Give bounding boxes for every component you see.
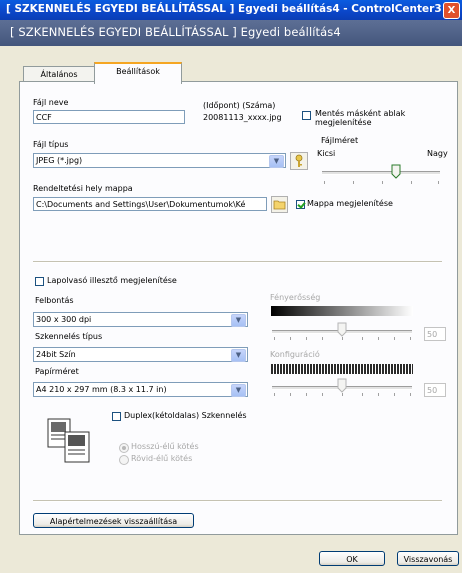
chevron-down-icon: ▼ xyxy=(231,349,246,362)
brightness-tick xyxy=(274,337,275,340)
chevron-down-icon: ▼ xyxy=(231,314,246,327)
file-size-tick xyxy=(353,181,354,184)
tab-beallitasok[interactable]: Beállítások xyxy=(94,62,182,84)
scan-type-label: Szkennelés típus xyxy=(35,332,103,341)
file-size-min: Kicsi xyxy=(317,149,336,158)
title-bar: [ SZKENNELÉS EGYEDI BEÁLLÍTÁSSAL ] Egyed… xyxy=(0,0,462,20)
file-name-label: Fájl neve xyxy=(33,98,69,107)
paper-size-value: A4 210 x 297 mm (8.3 x 11.7 in) xyxy=(36,385,167,394)
resolution-select[interactable]: 300 x 300 dpi ▼ xyxy=(33,312,248,327)
section-divider xyxy=(33,261,442,263)
contrast-tick xyxy=(378,393,379,396)
header-title: [ SZKENNELÉS EGYEDI BEÁLLÍTÁSSAL ] Egyed… xyxy=(10,25,341,39)
contrast-slider-thumb[interactable] xyxy=(337,378,347,393)
brightness-tick xyxy=(306,337,307,340)
file-type-label: Fájl típus xyxy=(33,140,69,149)
window-title: [ SZKENNELÉS EGYEDI BEÁLLÍTÁSSAL ] Egyed… xyxy=(6,3,458,15)
short-edge-label: Rövid-élű kötés xyxy=(131,454,193,463)
paper-size-label: Papírméret xyxy=(35,367,79,376)
brightness-value[interactable]: 50 xyxy=(424,327,446,341)
brightness-tick xyxy=(378,337,379,340)
contrast-tick xyxy=(342,393,343,396)
destination-folder-label: Rendeltetési hely mappa xyxy=(33,184,133,193)
duplex-icon xyxy=(47,418,93,464)
show-folder-checkbox[interactable] xyxy=(296,200,305,209)
contrast-tick xyxy=(410,393,411,396)
brightness-tick xyxy=(410,337,411,340)
folder-icon xyxy=(273,200,286,210)
contrast-tick xyxy=(394,393,395,396)
resolution-label: Felbontás xyxy=(35,296,74,305)
file-size-max: Nagy xyxy=(427,149,448,158)
contrast-value[interactable]: 50 xyxy=(424,383,446,397)
scan-type-select[interactable]: 24bit Szín ▼ xyxy=(33,347,248,362)
paper-size-select[interactable]: A4 210 x 297 mm (8.3 x 11.7 in) ▼ xyxy=(33,382,248,397)
brightness-label: Fényerősség xyxy=(270,293,321,302)
file-size-slider-thumb[interactable] xyxy=(391,164,401,179)
contrast-pattern xyxy=(271,364,413,374)
file-type-value: JPEG (*.jpg) xyxy=(36,156,83,165)
brightness-tick xyxy=(394,337,395,340)
duplex-label: Duplex(kétoldalas) Szkennelés xyxy=(124,411,247,420)
cancel-button[interactable]: Visszavonás xyxy=(397,551,459,566)
stamp-value: 20081113_xxxx.jpg xyxy=(203,113,282,122)
brightness-gradient xyxy=(271,306,413,316)
show-scanner-ui-label: Lapolvasó illesztő megjelenítése xyxy=(47,276,177,285)
file-size-tick xyxy=(411,181,412,184)
file-type-select[interactable]: JPEG (*.jpg) ▼ xyxy=(33,153,286,168)
duplex-checkbox[interactable] xyxy=(112,412,121,421)
ok-button[interactable]: OK xyxy=(319,551,385,566)
stamp-label: (Időpont) (Száma) xyxy=(203,101,276,110)
long-edge-label: Hosszú-élű kötés xyxy=(131,442,199,451)
scan-type-value: 24bit Szín xyxy=(36,350,76,359)
contrast-tick xyxy=(274,393,275,396)
show-folder-label: Mappa megjelenítése xyxy=(307,199,393,208)
file-size-tick xyxy=(324,181,325,184)
contrast-tick xyxy=(306,393,307,396)
brightness-tick xyxy=(362,337,363,340)
chevron-down-icon: ▼ xyxy=(231,384,246,397)
contrast-tick xyxy=(362,393,363,396)
contrast-tick xyxy=(290,393,291,396)
long-edge-radio[interactable] xyxy=(119,443,129,453)
show-scanner-ui-checkbox[interactable] xyxy=(35,277,44,286)
file-size-tick xyxy=(382,181,383,184)
short-edge-radio[interactable] xyxy=(119,455,129,465)
resolution-value: 300 x 300 dpi xyxy=(36,315,92,324)
brightness-tick xyxy=(290,337,291,340)
brightness-tick xyxy=(322,337,323,340)
header-banner: [ SZKENNELÉS EGYEDI BEÁLLÍTÁSSAL ] Egyed… xyxy=(0,20,462,46)
brightness-slider-thumb[interactable] xyxy=(337,322,347,337)
key-icon xyxy=(295,154,303,167)
tab-altalanos[interactable]: Általános xyxy=(23,66,95,82)
browse-folder-button[interactable] xyxy=(271,196,288,213)
chevron-down-icon: ▼ xyxy=(269,155,284,168)
save-as-label: Mentés másként ablak megjelenítése xyxy=(315,109,406,127)
file-size-label: Fájlméret xyxy=(321,136,359,145)
brightness-tick xyxy=(342,337,343,340)
contrast-tick xyxy=(322,393,323,396)
file-size-tick xyxy=(438,181,439,184)
section-divider xyxy=(33,500,442,502)
file-name-input[interactable]: CCF xyxy=(33,110,185,124)
save-as-checkbox[interactable] xyxy=(302,111,311,120)
close-button[interactable]: X xyxy=(443,2,460,19)
file-size-track xyxy=(322,171,440,175)
contrast-label: Konfiguráció xyxy=(270,350,320,359)
restore-defaults-button[interactable]: Alapértelmezések visszaállítása xyxy=(33,513,194,528)
file-type-info-button[interactable] xyxy=(290,152,308,170)
destination-folder-input[interactable]: C:\Documents and Settings\User\Dokumentu… xyxy=(33,197,267,211)
